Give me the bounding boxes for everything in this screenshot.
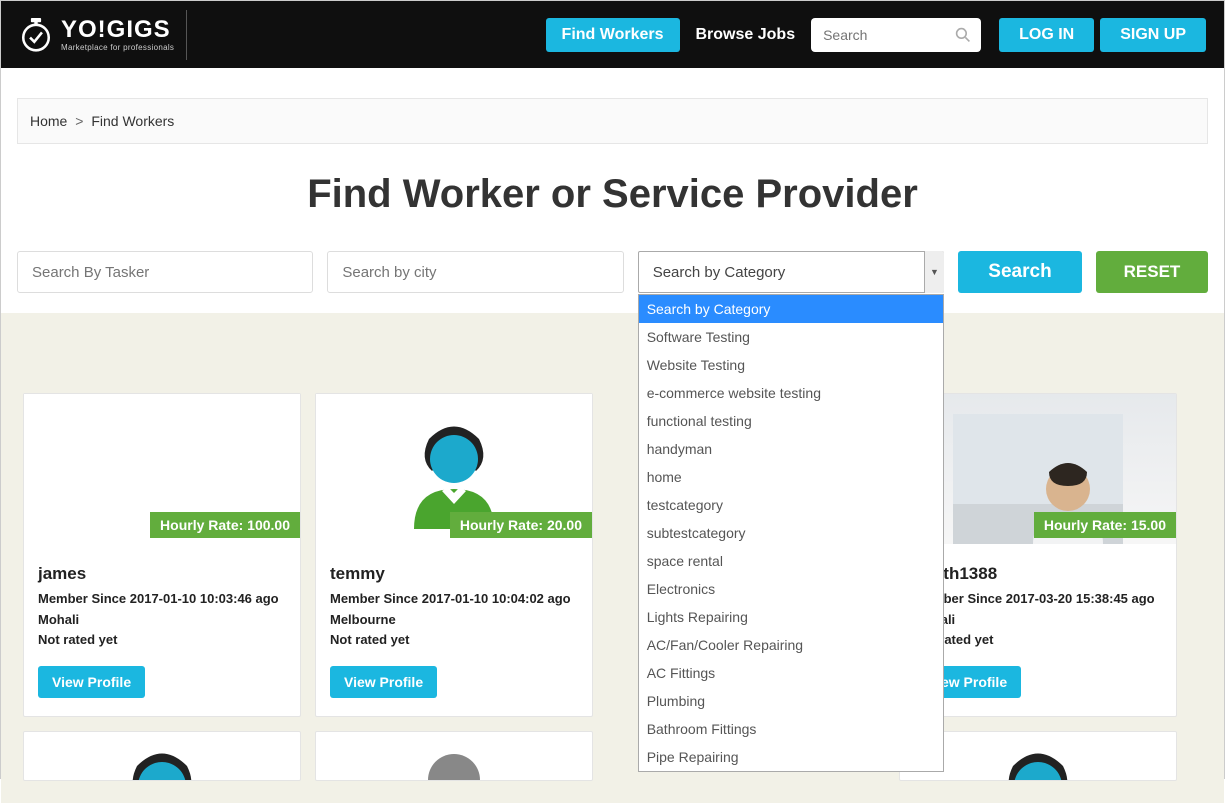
category-option[interactable]: Bathroom Fittings bbox=[639, 715, 943, 743]
search-button[interactable]: Search bbox=[958, 251, 1082, 293]
category-option[interactable]: Electronics bbox=[639, 575, 943, 603]
breadcrumb: Home > Find Workers bbox=[17, 98, 1208, 144]
logo-text-main: YO!GIGS bbox=[61, 18, 174, 42]
worker-member-since: Member Since 2017-01-10 10:03:46 ago bbox=[38, 590, 286, 608]
category-select-wrapper: Search by Category ▼ Search by CategoryS… bbox=[638, 251, 944, 293]
view-profile-button[interactable]: View Profile bbox=[38, 666, 145, 698]
category-option[interactable]: Search by Category bbox=[639, 295, 943, 323]
breadcrumb-home[interactable]: Home bbox=[30, 113, 67, 129]
worker-card bbox=[23, 731, 301, 781]
category-option[interactable]: AC/Fan/Cooler Repairing bbox=[639, 631, 943, 659]
chevron-down-icon[interactable]: ▼ bbox=[924, 251, 944, 293]
worker-city: Mohali bbox=[38, 611, 286, 629]
category-option[interactable]: AC Fittings bbox=[639, 659, 943, 687]
worker-name: smith1388 bbox=[914, 564, 1162, 584]
worker-member-since: Member Since 2017-01-10 10:04:02 ago bbox=[330, 590, 578, 608]
category-option[interactable]: space rental bbox=[639, 547, 943, 575]
search-icon bbox=[955, 27, 971, 43]
worker-rating: Not rated yet bbox=[330, 631, 578, 649]
filter-row: Search by Category ▼ Search by CategoryS… bbox=[1, 251, 1224, 317]
category-option[interactable]: e-commerce website testing bbox=[639, 379, 943, 407]
category-option[interactable]: functional testing bbox=[639, 407, 943, 435]
hourly-rate-badge: Hourly Rate: 100.00 bbox=[150, 512, 300, 538]
stopwatch-check-icon bbox=[19, 18, 53, 52]
search-city-input[interactable] bbox=[327, 251, 623, 293]
category-select[interactable]: Search by Category bbox=[638, 251, 944, 293]
worker-name: temmy bbox=[330, 564, 578, 584]
category-option[interactable]: subtestcategory bbox=[639, 519, 943, 547]
category-dropdown-list[interactable]: Search by CategorySoftware TestingWebsit… bbox=[639, 295, 943, 771]
worker-card: Hourly Rate: 20.00 temmy Member Since 2017… bbox=[315, 393, 593, 717]
worker-city: Mohali bbox=[914, 611, 1162, 629]
worker-card bbox=[315, 731, 593, 781]
category-select-label: Search by Category bbox=[653, 264, 786, 281]
site-logo[interactable]: YO!GIGS Marketplace for professionals bbox=[19, 10, 187, 60]
category-option[interactable]: Website Testing bbox=[639, 351, 943, 379]
worker-name: james bbox=[38, 564, 286, 584]
signup-button[interactable]: SIGN UP bbox=[1100, 18, 1206, 52]
category-option[interactable]: Software Testing bbox=[639, 323, 943, 351]
category-option[interactable]: Lights Repairing bbox=[639, 603, 943, 631]
global-search-wrapper bbox=[811, 18, 981, 52]
worker-city: Melbourne bbox=[330, 611, 578, 629]
category-option[interactable]: handyman bbox=[639, 435, 943, 463]
nav-browse-jobs[interactable]: Browse Jobs bbox=[680, 18, 812, 52]
hourly-rate-badge: Hourly Rate: 20.00 bbox=[450, 512, 592, 538]
worker-rating: Not rated yet bbox=[38, 631, 286, 649]
logo-text-sub: Marketplace for professionals bbox=[61, 44, 174, 52]
reset-button[interactable]: RESET bbox=[1096, 251, 1208, 293]
worker-avatar bbox=[316, 732, 592, 781]
hourly-rate-badge: Hourly Rate: 15.00 bbox=[1034, 512, 1176, 538]
category-option[interactable]: testcategory bbox=[639, 491, 943, 519]
worker-results-grid: Hourly Rate: 100.00 james Member Since 201… bbox=[1, 313, 1224, 803]
worker-rating: Not rated yet bbox=[914, 631, 1162, 649]
login-button[interactable]: LOG IN bbox=[999, 18, 1094, 52]
worker-avatar bbox=[24, 732, 300, 781]
worker-member-since: Member Since 2017-03-20 15:38:45 ago bbox=[914, 590, 1162, 608]
worker-card: Hourly Rate: 100.00 james Member Since 201… bbox=[23, 393, 301, 717]
breadcrumb-separator: > bbox=[75, 113, 83, 129]
category-option[interactable]: home bbox=[639, 463, 943, 491]
top-navigation-bar: YO!GIGS Marketplace for professionals Fi… bbox=[1, 1, 1224, 68]
breadcrumb-current: Find Workers bbox=[91, 113, 174, 129]
category-option[interactable]: Pipe Repairing bbox=[639, 743, 943, 771]
page-title: Find Worker or Service Provider bbox=[1, 172, 1224, 217]
search-tasker-input[interactable] bbox=[17, 251, 313, 293]
category-option[interactable]: Plumbing bbox=[639, 687, 943, 715]
category-dropdown: Search by CategorySoftware TestingWebsit… bbox=[638, 294, 944, 772]
nav-find-workers[interactable]: Find Workers bbox=[546, 18, 680, 52]
view-profile-button[interactable]: View Profile bbox=[330, 666, 437, 698]
